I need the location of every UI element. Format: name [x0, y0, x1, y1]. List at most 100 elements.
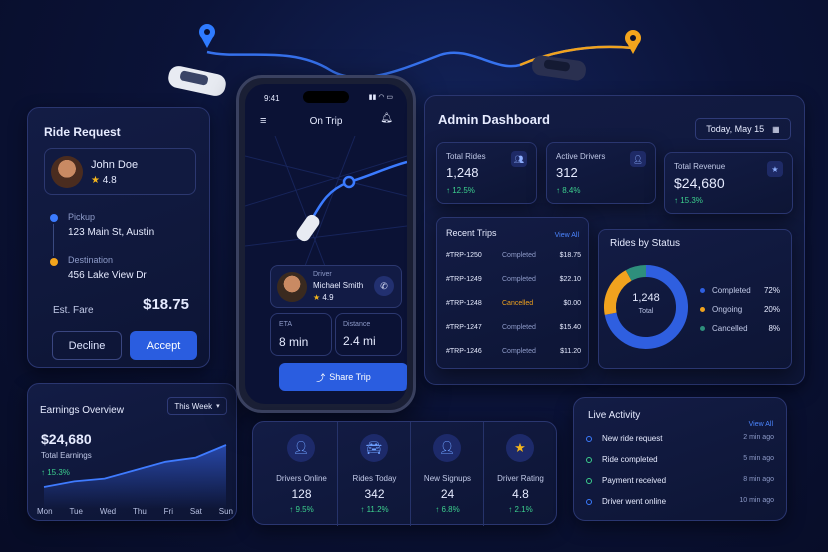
donut-slice-cancelled: [625, 265, 647, 281]
day-tick-label: Mon: [37, 507, 53, 516]
activity-text: New ride request: [602, 434, 663, 443]
star-icon: ★: [506, 434, 534, 462]
status-time: 9:41: [264, 94, 280, 103]
trip-id: #TRP-1250: [446, 252, 482, 259]
add-user-icon: 👤︎: [433, 434, 461, 462]
day-tick-label: Thu: [133, 507, 147, 516]
recent-trips-panel: Recent Trips View All #TRP-1250 Completed…: [436, 217, 589, 369]
driver-rating: 4.9: [322, 293, 334, 302]
phone-call-icon[interactable]: ✆: [374, 276, 394, 296]
accept-button[interactable]: Accept: [130, 331, 197, 360]
table-row[interactable]: #TRP-1249 Completed $22.10: [446, 276, 581, 292]
car-white-icon: [168, 66, 226, 96]
date-picker[interactable]: Today, May 15 ▦: [695, 118, 791, 140]
driver-card[interactable]: Driver Michael Smith ★ 4.9 ✆: [270, 265, 402, 308]
stat-label: Drivers Online: [276, 474, 327, 483]
share-trip-label: Share Trip: [329, 372, 371, 382]
chevron-down-icon: ▾: [216, 403, 220, 410]
star-icon: ★: [313, 293, 321, 302]
distance-value: 2.4 mi: [343, 334, 376, 348]
table-row[interactable]: #TRP-1248 Cancelled $0.00: [446, 300, 581, 316]
list-item[interactable]: Ride completed 5 min ago: [586, 455, 774, 469]
donut-chart: [604, 265, 688, 349]
legend-pct: 72%: [763, 286, 780, 295]
trip-id: #TRP-1247: [446, 324, 482, 331]
phone-frame: 9:41 ▮▮ ◠ ▭ ≡ On Trip 🔔︎ Driver Michael …: [236, 75, 416, 413]
table-row[interactable]: #TRP-1247 Completed $15.40: [446, 324, 581, 340]
activity-dot: [586, 499, 592, 505]
earnings-chart: [43, 444, 227, 509]
avatar: [277, 272, 307, 302]
stat-label: New Signups: [423, 474, 472, 483]
stat-change: ↑ 6.8%: [435, 505, 460, 514]
pickup-label: Pickup: [68, 212, 96, 222]
table-row[interactable]: #TRP-1250 Completed $18.75: [446, 252, 581, 268]
day-tick-label: Sun: [218, 507, 233, 516]
activity-time: 5 min ago: [743, 455, 774, 462]
fare-label: Est. Fare: [53, 305, 94, 316]
view-all-trips-link[interactable]: View All: [555, 232, 579, 239]
legend-dot: [700, 307, 705, 312]
destination-address: 456 Lake View Dr: [68, 270, 147, 281]
phone-screen: 9:41 ▮▮ ◠ ▭ ≡ On Trip 🔔︎ Driver Michael …: [245, 84, 407, 404]
activity-dot: [586, 436, 592, 442]
list-item[interactable]: Payment received 8 min ago: [586, 476, 774, 490]
stat-item: 👤︎ New Signups 24 ↑ 6.8%: [411, 422, 484, 526]
distance-label: Distance: [343, 321, 371, 328]
legend-dot: [700, 326, 705, 331]
rider-rating: 4.8: [102, 175, 117, 186]
kpi-card[interactable]: Active Drivers 312 ↑ 8.4% 👤︎: [546, 142, 656, 204]
trip-amount: $18.75: [559, 252, 581, 259]
trip-status: Completed: [502, 348, 536, 355]
eta-box: ETA 8 min: [270, 313, 332, 356]
driver-name: Michael Smith: [313, 281, 364, 290]
dashboard-title: Admin Dashboard: [438, 112, 550, 127]
kpi-card[interactable]: Total Rides 1,248 ↑ 12.5% 👥︎: [436, 142, 537, 204]
phone-map: [245, 136, 407, 266]
status-icons: ▮▮ ◠ ▭: [368, 94, 393, 101]
table-row[interactable]: #TRP-1246 Completed $11.20: [446, 348, 581, 364]
recent-trips-title: Recent Trips: [446, 228, 497, 238]
stat-change: ↑ 9.5%: [289, 505, 314, 514]
decline-button[interactable]: Decline: [52, 331, 122, 360]
kpi-change: ↑ 15.3%: [674, 196, 703, 205]
activity-text: Ride completed: [602, 455, 658, 464]
share-trip-button[interactable]: ⤴ Share Trip: [279, 363, 407, 391]
earnings-day-axis: Mon Tue Wed Thu Fri Sat Sun: [37, 507, 233, 516]
stat-value: 128: [291, 487, 312, 501]
trip-status: Completed: [502, 276, 536, 283]
live-activity-card: Live Activity View All New ride request 2…: [573, 397, 787, 521]
rider-box[interactable]: John Doe ★ 4.8: [44, 148, 196, 195]
stat-value: 24: [440, 487, 455, 501]
period-dropdown[interactable]: This Week ▾: [167, 397, 227, 415]
view-all-activity-link[interactable]: View All: [749, 421, 773, 428]
trip-id: #TRP-1246: [446, 348, 482, 355]
distance-box: Distance 2.4 mi: [335, 313, 402, 356]
list-item[interactable]: New ride request 2 min ago: [586, 434, 774, 448]
kpi-card[interactable]: Total Revenue $24,680 ↑ 15.3% ★: [664, 152, 793, 214]
list-item[interactable]: Driver went online 10 min ago: [586, 497, 774, 511]
stat-item: 🚘︎ Rides Today 342 ↑ 11.2%: [338, 422, 411, 526]
kpi-change: ↑ 8.4%: [556, 186, 581, 195]
earnings-card: Earnings Overview This Week ▾ $24,680 To…: [27, 383, 237, 521]
legend-label: Completed: [712, 286, 751, 295]
fare-value: $18.75: [143, 296, 189, 313]
activity-time: 8 min ago: [743, 476, 774, 483]
donut-total-value: 1,248: [632, 292, 660, 304]
rides-by-status-panel: Rides by Status 1,248 Total Completed 72%…: [598, 229, 792, 369]
ride-request-card: Ride Request John Doe ★ 4.8 Pickup 123 M…: [27, 107, 210, 368]
stat-item: ★ Driver Rating 4.8 ↑ 2.1%: [484, 422, 557, 526]
avatar: [51, 156, 83, 188]
destination-label: Destination: [68, 255, 114, 265]
trip-status: Cancelled: [502, 300, 534, 307]
person-icon: 👤︎: [630, 151, 646, 167]
eta-label: ETA: [279, 321, 293, 328]
trip-amount: $22.10: [559, 276, 581, 283]
trip-id: #TRP-1249: [446, 276, 482, 283]
bell-icon[interactable]: 🔔︎: [380, 113, 393, 124]
kpi-label: Total Rides: [446, 152, 486, 161]
stat-change: ↑ 2.1%: [508, 505, 533, 514]
ride-request-title: Ride Request: [44, 125, 121, 139]
donut-slice-ongoing: [604, 270, 632, 315]
rides-status-title: Rides by Status: [610, 238, 681, 249]
